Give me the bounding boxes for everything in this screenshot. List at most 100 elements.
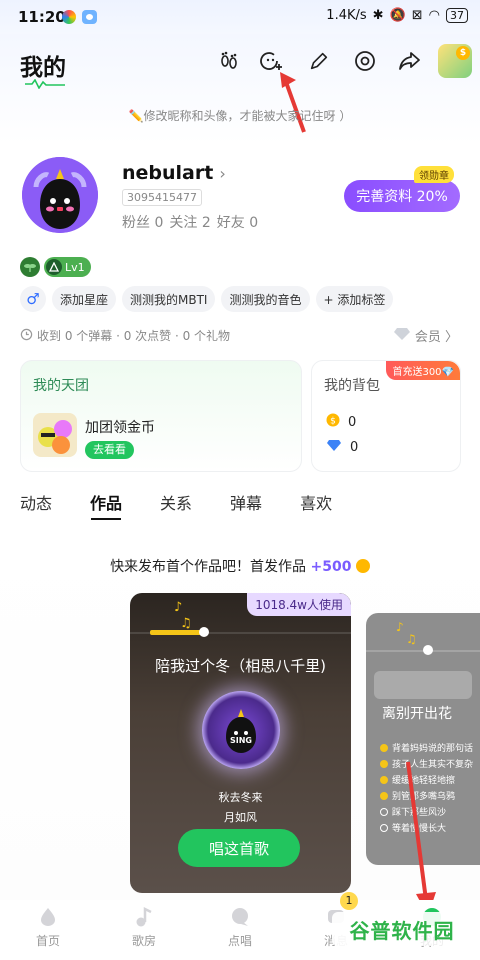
status-bar: 11:20 1.4K/s ✱ 🔕 ⊠ ◠ 37 (0, 0, 480, 34)
profile-tags: ♂ 添加星座 测测我的MBTI 测测我的音色 + 添加标签 (20, 286, 394, 312)
gender-male-icon[interactable]: ♂ (20, 286, 46, 312)
message-badge: 1 (340, 892, 358, 910)
todo-item: 背着妈妈说的那句话 (380, 741, 473, 754)
tab-likes[interactable]: 喜欢 (300, 490, 332, 514)
song-disc-icon: SING (202, 691, 280, 769)
my-bag-card[interactable]: 我的背包 首充送300💎 $ 0 0 (311, 360, 461, 472)
tab-dynamics[interactable]: 动态 (20, 490, 52, 514)
checkbox-checked-icon (380, 759, 388, 768)
status-time: 11:20 (18, 8, 66, 26)
friends-stat[interactable]: 好友 0 (217, 212, 258, 232)
battery-icon: 37 (446, 8, 468, 23)
fans-count: 0 (154, 215, 164, 231)
first-work-hint-text: 快来发布首个作品吧！首发作品 (110, 559, 311, 575)
first-work-hint: 快来发布首个作品吧！首发作品 +500 (0, 556, 480, 576)
settings-icon[interactable] (352, 48, 378, 74)
checkbox-checked-icon (380, 791, 388, 800)
site-watermark: 谷普软件园 (332, 912, 472, 946)
todo-text: 背着妈妈说的那句话 (392, 744, 474, 754)
nav-home-label: 首页 (35, 934, 60, 948)
team-characters-icon (33, 413, 77, 457)
song-users-badge: 1018.4w人使用 (247, 593, 351, 616)
friends-label: 好友 (216, 215, 245, 231)
following-label: 关注 (169, 215, 198, 231)
notification-app-icon (62, 10, 76, 24)
fans-label: 粉丝 (122, 215, 150, 231)
tag-add-constellation[interactable]: 添加星座 (52, 286, 117, 312)
team-go-button[interactable]: 去看看 (85, 441, 134, 459)
footprint-icon[interactable] (216, 48, 242, 74)
annotation-arrow-down (406, 761, 436, 916)
user-id[interactable]: 3095415477 (122, 189, 202, 206)
checkbox-checked-icon (380, 775, 388, 784)
team-join-text: 加团领金币 (85, 420, 155, 436)
svg-text:♪: ♪ (174, 600, 182, 615)
notification-game-icon (82, 10, 97, 24)
friends-count: 0 (249, 215, 259, 231)
my-team-card[interactable]: 我的天团 加团领金币 去看看 (20, 360, 302, 472)
following-count: 2 (201, 215, 211, 231)
received-text: 收到 0 个弹幕 · 0 次点赞 · 0 个礼物 (37, 329, 231, 343)
tab-works[interactable]: 作品 (90, 490, 122, 514)
tab-danmaku[interactable]: 弹幕 (230, 490, 262, 514)
diamond-member-icon (393, 327, 411, 345)
page-title: 我的 (20, 55, 66, 81)
tag-mbti-test[interactable]: 测测我的MBTI (122, 286, 216, 312)
lyric-panel (374, 671, 472, 699)
medal-reward-tag[interactable]: 领勋章 (414, 166, 454, 183)
bag-coins: $ 0 (326, 413, 356, 431)
chat-bubble-icon (229, 906, 251, 928)
mute-icon: 🔕 (389, 8, 406, 23)
following-stat[interactable]: 关注 2 (169, 212, 210, 232)
bag-card-title: 我的背包 (324, 378, 380, 394)
coin-icon (355, 559, 370, 573)
song-title: 陪我过个冬（相思八千里) (155, 657, 326, 675)
level-badge[interactable]: Lv1 (44, 257, 91, 277)
nav-request[interactable]: 点唱 (192, 900, 288, 960)
music-notes-icon: ♪ ♫ (366, 620, 480, 655)
share-icon[interactable] (396, 48, 422, 74)
checkbox-checked-icon (380, 743, 388, 752)
username[interactable]: nebulart › (122, 162, 226, 184)
song-lyric-1: 秋去冬来 (218, 791, 263, 804)
nav-request-label: 点唱 (227, 934, 252, 948)
nav-song-room[interactable]: 歌房 (96, 900, 192, 960)
song-card[interactable]: ♪ ♫ 1018.4w人使用 陪我过个冬（相思八千里) SING 秋去冬来 月如… (130, 593, 351, 893)
no-sim-icon: ⊠ (411, 8, 423, 23)
complete-profile-button[interactable]: 完善资料 20% (344, 180, 460, 212)
team-card-title: 我的天团 (33, 378, 89, 394)
first-recharge-promo[interactable]: 首充送300💎 (386, 361, 460, 380)
home-icon (37, 906, 59, 928)
follow-stats: 粉丝 0 关注 2 好友 0 (122, 212, 258, 232)
clock-icon (20, 328, 33, 344)
sing-this-song-button[interactable]: 唱这首歌 (178, 829, 300, 867)
coin-count: 0 (348, 414, 357, 430)
next-song-title: 离别开出花 (382, 706, 452, 722)
svg-text:SING: SING (230, 736, 252, 745)
member-link[interactable]: 会员 〉 (393, 326, 458, 345)
coin-icon: $ (456, 46, 470, 60)
fans-stat[interactable]: 粉丝 0 (122, 212, 163, 232)
chevron-right-icon: › (219, 163, 226, 183)
status-right: 1.4K/s ✱ 🔕 ⊠ ◠ 37 (326, 8, 468, 23)
bluetooth-icon: ✱ (372, 8, 384, 23)
svg-text:♪: ♪ (396, 620, 404, 634)
level-triangle-icon (46, 259, 62, 275)
song-lyric-2: 月如风 (224, 811, 257, 824)
nav-home[interactable]: 首页 (0, 900, 96, 960)
badges-row: Lv1 (20, 257, 91, 277)
checkbox-empty-icon (380, 807, 388, 816)
member-label: 会员 〉 (414, 330, 458, 345)
tab-relations[interactable]: 关系 (160, 490, 192, 514)
received-summary: 收到 0 个弹幕 · 0 次点赞 · 0 个礼物 (20, 327, 230, 344)
username-text: nebulart (122, 162, 214, 184)
edit-profile-hint[interactable]: ✏️修改昵称和头像，才能被大家记住呀 ） (0, 107, 480, 124)
avatar[interactable] (22, 157, 98, 233)
tag-add-label[interactable]: + 添加标签 (315, 286, 394, 312)
gold-coin-icon: $ (326, 413, 340, 431)
tag-voice-test[interactable]: 测测我的音色 (221, 286, 310, 312)
level-text: Lv1 (65, 260, 85, 274)
reward-box-icon[interactable]: $ (438, 44, 472, 78)
svg-text:♫: ♫ (180, 616, 192, 631)
sprout-badge-icon[interactable] (20, 257, 40, 277)
